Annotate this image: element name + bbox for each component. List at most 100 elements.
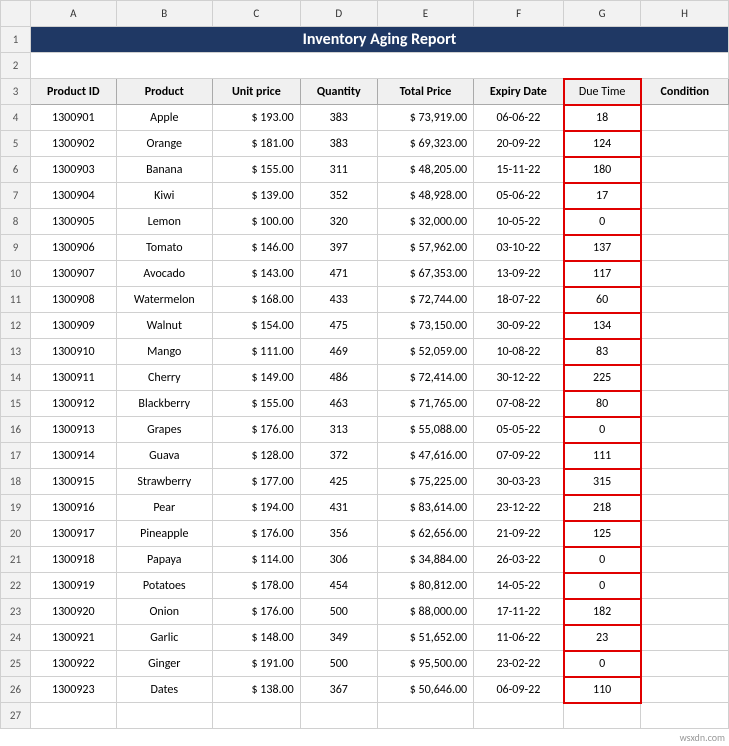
product-id: 1300916 [30,495,116,521]
total-price: $ 83,614.00 [377,495,473,521]
due-time: 137 [564,235,641,261]
expiry-date: 14-05-22 [474,573,564,599]
due-time: 17 [564,183,641,209]
condition [641,521,729,547]
total-price: $ 72,744.00 [377,287,473,313]
product-name: Orange [116,131,212,157]
expiry-date: 20-09-22 [474,131,564,157]
unit-price: $ 100.00 [212,209,300,235]
col-letter-H: H [641,1,729,27]
row-num-16: 16 [1,417,31,443]
expiry-date: 21-09-22 [474,521,564,547]
unit-price: $ 139.00 [212,183,300,209]
table-row: 101300907Avocado$ 143.00471$ 67,353.0013… [1,261,729,287]
row-num-14: 14 [1,365,31,391]
row-num-13: 13 [1,339,31,365]
quantity: 352 [300,183,377,209]
expiry-date: 13-09-22 [474,261,564,287]
quantity: 469 [300,339,377,365]
row-num-10: 10 [1,261,31,287]
product-id: 1300921 [30,625,116,651]
table-row: 61300903Banana$ 155.00311$ 48,205.0015-1… [1,157,729,183]
total-price: $ 69,323.00 [377,131,473,157]
condition [641,157,729,183]
table-row: 261300923Dates$ 138.00367$ 50,646.0006-0… [1,677,729,703]
header-due-time: Due Time [564,79,641,105]
product-name: Avocado [116,261,212,287]
expiry-date: 10-05-22 [474,209,564,235]
due-time: 124 [564,131,641,157]
total-price: $ 72,414.00 [377,365,473,391]
product-name: Garlic [116,625,212,651]
quantity: 475 [300,313,377,339]
header-quantity: Quantity [300,79,377,105]
unit-price: $ 176.00 [212,521,300,547]
expiry-date: 15-11-22 [474,157,564,183]
product-name: Blackberry [116,391,212,417]
product-id: 1300923 [30,677,116,703]
product-id: 1300913 [30,417,116,443]
due-time: 0 [564,573,641,599]
table-row: 221300919Potatoes$ 178.00454$ 80,812.001… [1,573,729,599]
title-row: 1 Inventory Aging Report [1,27,729,53]
total-price: $ 88,000.00 [377,599,473,625]
product-name: Cherry [116,365,212,391]
product-id: 1300918 [30,547,116,573]
product-id: 1300904 [30,183,116,209]
condition [641,547,729,573]
row-num-4: 4 [1,105,31,131]
product-name: Dates [116,677,212,703]
table-row: 181300915Strawberry$ 177.00425$ 75,225.0… [1,469,729,495]
product-name: Kiwi [116,183,212,209]
unit-price: $ 154.00 [212,313,300,339]
quantity: 356 [300,521,377,547]
due-time: 225 [564,365,641,391]
due-time: 23 [564,625,641,651]
unit-price: $ 155.00 [212,157,300,183]
header-product: Product [116,79,212,105]
col-letter-G: G [564,1,641,27]
due-time: 0 [564,547,641,573]
table-row: 71300904Kiwi$ 139.00352$ 48,928.0005-06-… [1,183,729,209]
table-row: 51300902Orange$ 181.00383$ 69,323.0020-0… [1,131,729,157]
row-num-6: 6 [1,157,31,183]
col-letter-B: B [116,1,212,27]
col-letter-F: F [474,1,564,27]
quantity: 383 [300,131,377,157]
unit-price: $ 138.00 [212,677,300,703]
quantity: 500 [300,599,377,625]
unit-price: $ 168.00 [212,287,300,313]
quantity: 367 [300,677,377,703]
due-time: 60 [564,287,641,313]
row-num-24: 24 [1,625,31,651]
quantity: 372 [300,443,377,469]
table-row: 171300914Guava$ 128.00372$ 47,616.0007-0… [1,443,729,469]
row-num-1: 1 [1,27,31,53]
row-num-5: 5 [1,131,31,157]
expiry-date: 17-11-22 [474,599,564,625]
product-id: 1300907 [30,261,116,287]
expiry-date: 26-03-22 [474,547,564,573]
table-row: 191300916Pear$ 194.00431$ 83,614.0023-12… [1,495,729,521]
product-name: Mango [116,339,212,365]
table-row: 41300901Apple$ 193.00383$ 73,919.0006-06… [1,105,729,131]
total-price: $ 52,059.00 [377,339,473,365]
header-unit-price: Unit price [212,79,300,105]
unit-price: $ 155.00 [212,391,300,417]
condition [641,131,729,157]
unit-price: $ 194.00 [212,495,300,521]
product-id: 1300910 [30,339,116,365]
row-num-7: 7 [1,183,31,209]
product-id: 1300912 [30,391,116,417]
product-id: 1300922 [30,651,116,677]
expiry-date: 10-08-22 [474,339,564,365]
total-price: $ 32,000.00 [377,209,473,235]
col-letter-C: C [212,1,300,27]
col-letter-E: E [377,1,473,27]
expiry-date: 23-02-22 [474,651,564,677]
product-id: 1300901 [30,105,116,131]
row-num-20: 20 [1,521,31,547]
condition [641,443,729,469]
quantity: 320 [300,209,377,235]
product-name: Potatoes [116,573,212,599]
